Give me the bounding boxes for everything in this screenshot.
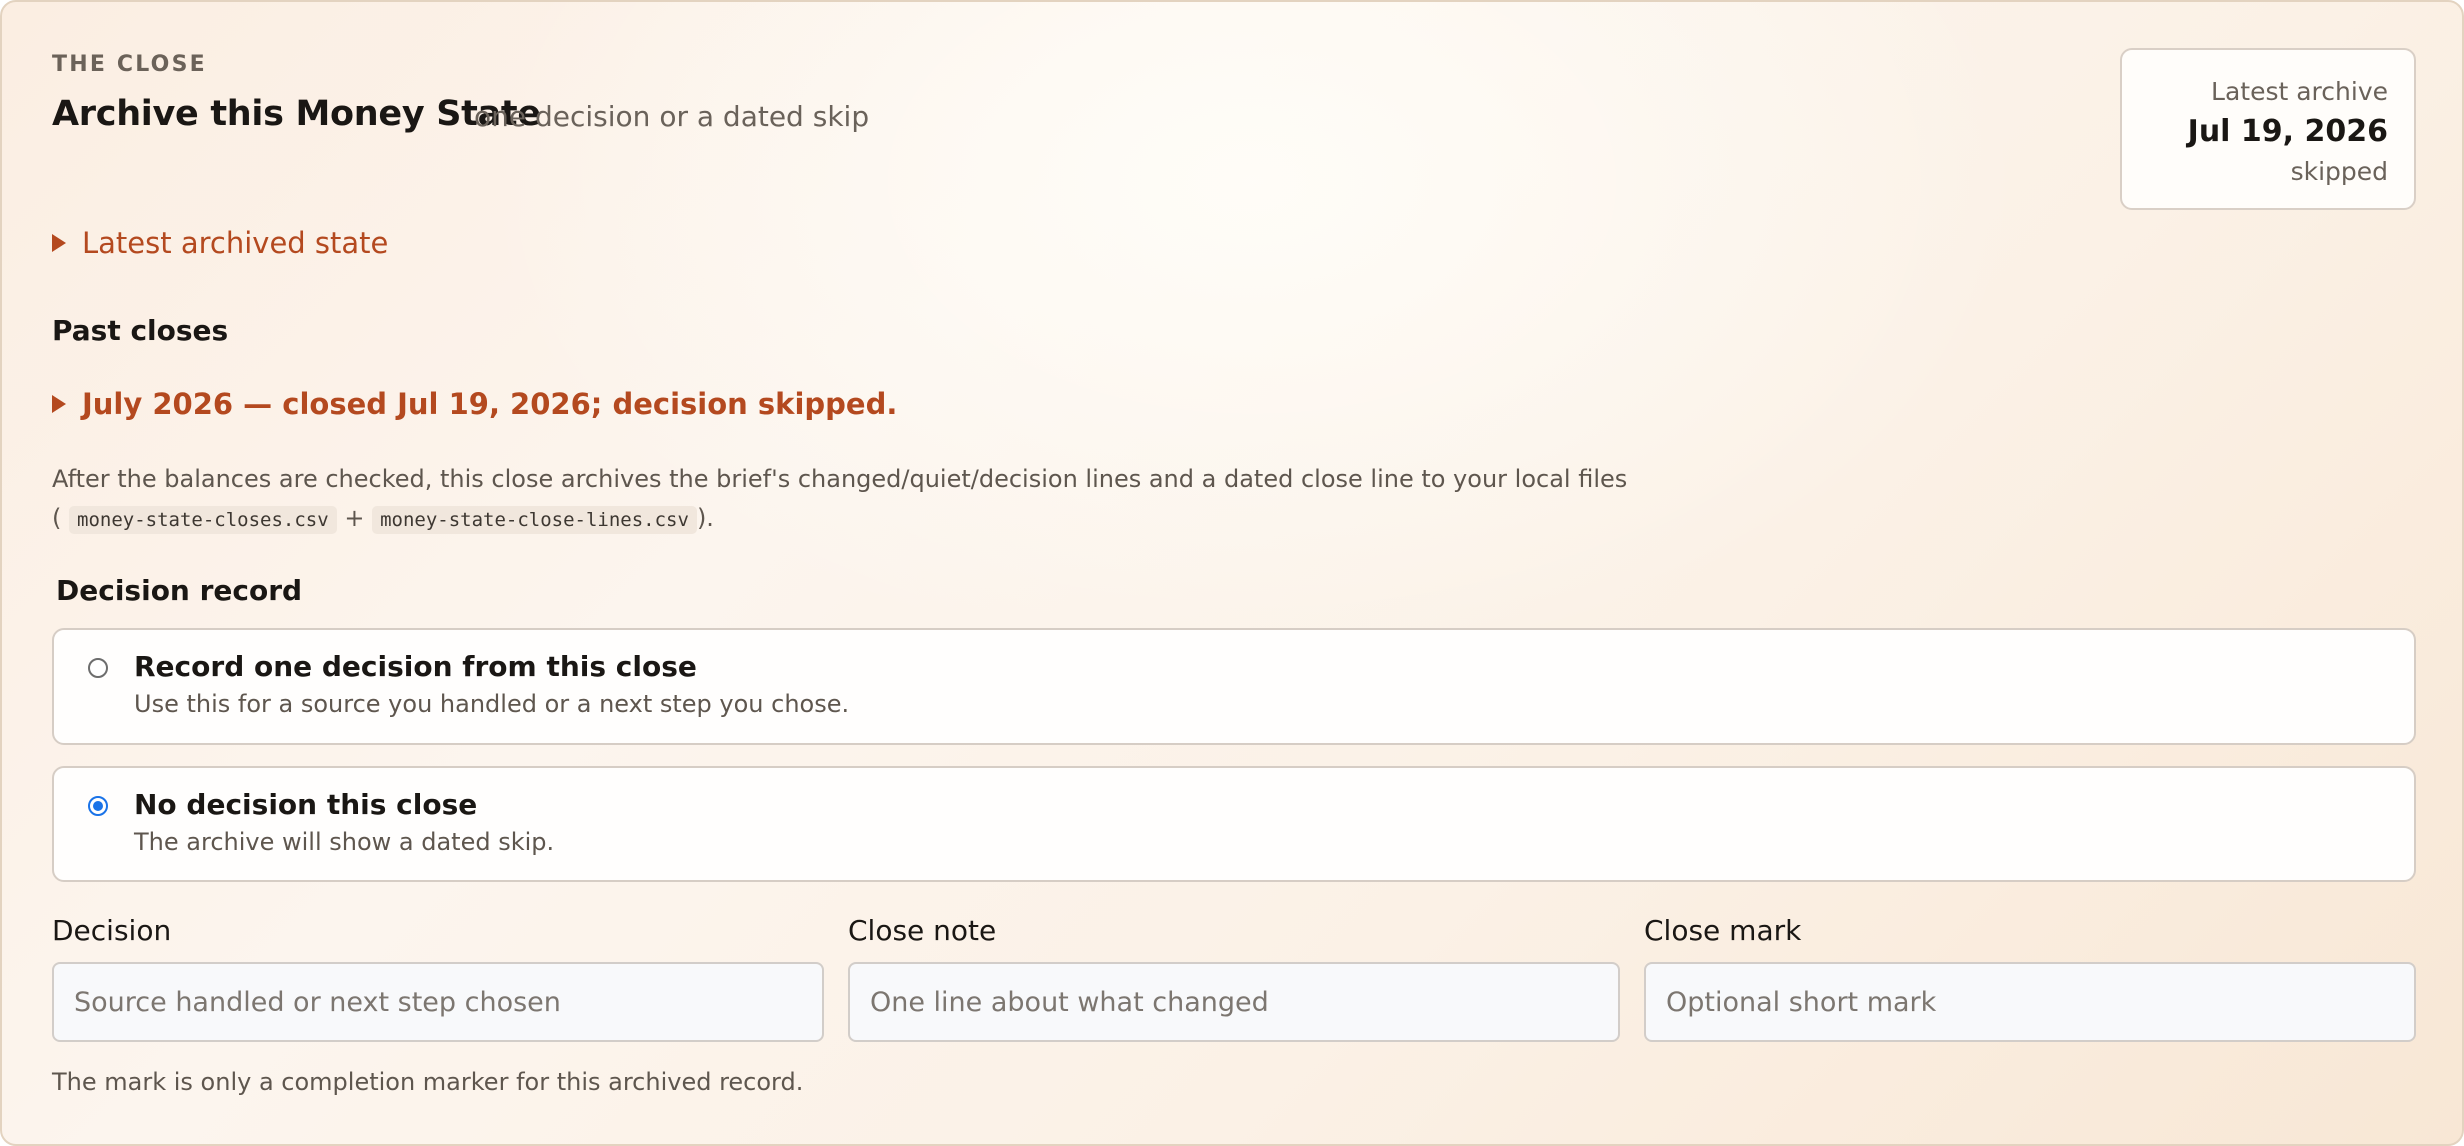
disclosure-triangle-icon	[52, 395, 66, 413]
paren-close: ).	[696, 504, 714, 532]
latest-archive-label: Latest archive	[2211, 77, 2388, 106]
latest-archive-summary: Latest archive Jul 19, 2026 skipped	[2120, 48, 2416, 210]
no-decision-description: The archive will show a dated skip.	[134, 828, 555, 856]
close-note-input[interactable]	[848, 962, 1620, 1042]
latest-archived-state-label: Latest archived state	[82, 226, 389, 260]
archive-explanation: After the balances are checked, this clo…	[52, 460, 1652, 540]
record-decision-radio[interactable]	[88, 658, 108, 678]
latest-archived-state-toggle[interactable]: Latest archived state	[52, 226, 388, 260]
no-decision-title: No decision this close	[134, 788, 478, 821]
closes-file-name: money-state-closes.csv	[69, 506, 337, 534]
decision-field-label: Decision	[52, 914, 172, 947]
close-mark-input[interactable]	[1644, 962, 2416, 1042]
decision-input[interactable]	[52, 962, 824, 1042]
paren-open: (	[52, 504, 62, 532]
past-close-item-toggle[interactable]: July 2026 — closed Jul 19, 2026; decisio…	[52, 387, 897, 421]
page-subtitle: one decision or a dated skip	[474, 100, 870, 133]
close-mark-footnote: The mark is only a completion marker for…	[52, 1068, 804, 1096]
record-decision-title: Record one decision from this close	[134, 650, 697, 683]
past-close-item-label: July 2026 — closed Jul 19, 2026; decisio…	[82, 387, 898, 421]
latest-archive-date: Jul 19, 2026	[2187, 114, 2388, 149]
no-decision-option[interactable]: No decision this close The archive will …	[52, 766, 2416, 882]
close-card: THE CLOSE Archive this Money State one d…	[0, 0, 2464, 1146]
close-lines-file-name: money-state-close-lines.csv	[372, 506, 697, 534]
page-title: Archive this Money State	[52, 94, 541, 134]
section-eyebrow: THE CLOSE	[52, 52, 207, 77]
decision-record-heading: Decision record	[56, 574, 303, 607]
record-decision-description: Use this for a source you handled or a n…	[134, 690, 850, 718]
no-decision-radio[interactable]	[88, 796, 108, 816]
close-mark-field-label: Close mark	[1644, 914, 1802, 947]
close-note-field-label: Close note	[848, 914, 997, 947]
past-closes-heading: Past closes	[52, 314, 229, 347]
plus-sign: +	[344, 504, 365, 532]
archive-explanation-text: After the balances are checked, this clo…	[52, 465, 1628, 493]
record-decision-option[interactable]: Record one decision from this close Use …	[52, 628, 2416, 745]
disclosure-triangle-icon	[52, 234, 66, 252]
latest-archive-status: skipped	[2290, 157, 2388, 186]
